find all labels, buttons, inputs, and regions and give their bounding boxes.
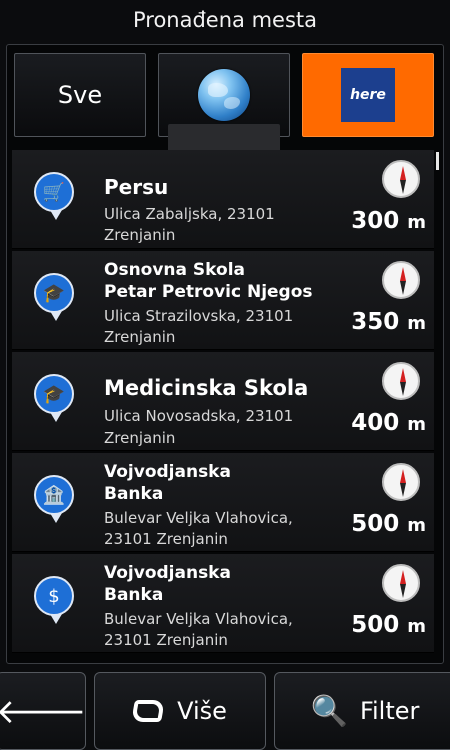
place-name: Vojvodjanska <box>104 462 231 482</box>
compass-icon <box>382 463 420 501</box>
distance: 500 m <box>351 511 426 537</box>
place-name: Medicinska Skola <box>104 376 309 400</box>
tab-here[interactable]: here <box>302 53 434 137</box>
filter-label: Filter <box>359 697 420 725</box>
place-name-line2: Petar Petrovic Njegos <box>104 282 313 302</box>
tab-all[interactable]: Sve <box>14 53 146 137</box>
school-icon: 🎓 <box>34 273 74 321</box>
school-icon: 🎓 <box>34 374 74 422</box>
distance: 500 m <box>351 612 426 638</box>
distance: 300 m <box>351 208 426 234</box>
place-name: Osnovna Skola <box>104 260 245 280</box>
filter-button[interactable]: 🔍 Filter <box>274 672 450 750</box>
list-item[interactable]: 🛒 Persu Ulica Zabaljska, 23101 Zrenjanin… <box>12 150 434 249</box>
compass-icon <box>382 261 420 299</box>
place-address: Bulevar Veljka Vlahovica, <box>104 610 293 628</box>
place-address: Ulica Novosadska, 23101 <box>104 407 294 425</box>
back-arrow-icon: 🡐 <box>0 691 87 732</box>
back-button[interactable]: 🡐 <box>0 672 87 750</box>
page-title: Pronađena mesta <box>132 8 318 32</box>
place-name-line2: Banka <box>104 484 164 504</box>
place-address: Bulevar Veljka Vlahovica, <box>104 509 293 527</box>
more-label: Više <box>177 697 227 725</box>
search-icon: 🔍 <box>310 693 348 729</box>
dollar-icon: $ <box>34 576 74 624</box>
compass-icon <box>382 362 420 400</box>
list-item[interactable]: 🎓 Medicinska Skola Ulica Novosadska, 231… <box>12 352 434 451</box>
shopping-cart-icon: 🛒 <box>34 172 74 220</box>
place-name: Vojvodjanska <box>104 563 231 583</box>
bank-icon: 🏦 <box>34 475 74 523</box>
scrollbar[interactable] <box>436 152 439 170</box>
place-city: Zrenjanin <box>104 429 176 447</box>
place-name-line2: Banka <box>104 585 164 605</box>
compass-icon <box>382 564 420 602</box>
place-city: Zrenjanin <box>104 328 176 346</box>
place-city: Zrenjanin <box>104 226 176 244</box>
compass-icon <box>382 160 420 198</box>
distance: 400 m <box>351 410 426 436</box>
place-city: 23101 Zrenjanin <box>104 530 228 548</box>
globe-icon <box>198 69 250 121</box>
more-button[interactable]: Više <box>94 672 266 750</box>
place-name: Persu <box>104 175 169 199</box>
place-address: Ulica Strazilovska, 23101 <box>104 307 294 325</box>
more-icon <box>131 700 166 722</box>
list-item[interactable]: $ Vojvodjanska Banka Bulevar Veljka Vlah… <box>12 554 434 653</box>
place-address: Ulica Zabaljska, 23101 <box>104 205 275 223</box>
list-item[interactable]: 🏦 Vojvodjanska Banka Bulevar Veljka Vlah… <box>12 453 434 552</box>
place-city: 23101 Zrenjanin <box>104 631 228 649</box>
distance: 350 m <box>351 309 426 335</box>
list-item[interactable]: 🎓 Osnovna Skola Petar Petrovic Njegos Ul… <box>12 251 434 350</box>
here-logo: here <box>341 68 395 122</box>
